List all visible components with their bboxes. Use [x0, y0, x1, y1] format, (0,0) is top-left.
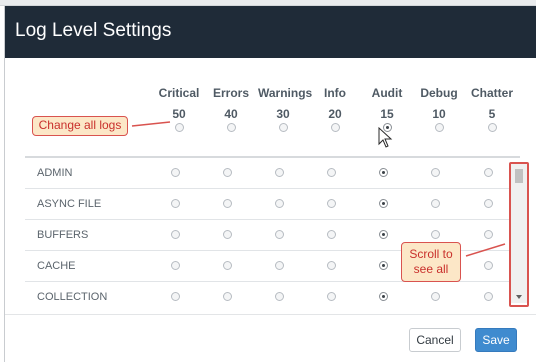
row-label: COLLECTION — [37, 291, 108, 303]
row-label: BUFFERS — [37, 229, 89, 241]
row-radio-warnings[interactable] — [275, 261, 284, 270]
column-value-errors: 40 — [224, 107, 238, 121]
row-radio-critical[interactable] — [171, 261, 180, 270]
all-logs-radio-info[interactable] — [331, 123, 340, 132]
row-radio-audit[interactable] — [379, 292, 388, 301]
row-radio-chatter[interactable] — [484, 168, 493, 177]
row-radio-info[interactable] — [327, 261, 336, 270]
callout-line: see all — [413, 262, 449, 276]
log-level-settings-modal: Log Level Settings Critical Errors Warni… — [4, 6, 536, 362]
log-row-admin: ADMIN — [25, 158, 520, 189]
column-header-warnings: Warnings — [258, 86, 313, 100]
row-radio-warnings[interactable] — [275, 230, 284, 239]
column-header-audit: Audit — [371, 86, 403, 100]
column-value-audit: 15 — [380, 107, 394, 121]
row-radio-warnings[interactable] — [275, 199, 284, 208]
row-radio-chatter[interactable] — [484, 230, 493, 239]
mouse-pointer-icon — [378, 127, 393, 148]
row-label: ADMIN — [37, 167, 73, 179]
row-radio-info[interactable] — [327, 230, 336, 239]
row-radio-debug[interactable] — [431, 292, 440, 301]
row-radio-debug[interactable] — [431, 199, 440, 208]
row-label: CACHE — [37, 260, 76, 272]
all-logs-radio-chatter[interactable] — [488, 123, 497, 132]
row-radio-audit[interactable] — [379, 230, 388, 239]
row-radio-info[interactable] — [327, 199, 336, 208]
log-row-async-file: ASYNC FILE — [25, 189, 520, 220]
column-header-debug: Debug — [420, 86, 458, 100]
column-value-chatter: 5 — [488, 107, 496, 121]
column-header-critical: Critical — [158, 86, 200, 100]
row-label: ASYNC FILE — [37, 198, 102, 210]
row-radio-critical[interactable] — [171, 199, 180, 208]
row-radio-warnings[interactable] — [275, 292, 284, 301]
row-radio-audit[interactable] — [379, 261, 388, 270]
row-radio-info[interactable] — [327, 292, 336, 301]
row-radio-audit[interactable] — [379, 199, 388, 208]
row-radio-errors[interactable] — [223, 199, 232, 208]
row-radio-critical[interactable] — [171, 292, 180, 301]
row-radio-debug[interactable] — [431, 168, 440, 177]
all-logs-radio-debug[interactable] — [435, 123, 444, 132]
callout-line: Scroll to — [409, 247, 453, 261]
save-button[interactable]: Save — [475, 328, 517, 352]
row-radio-errors[interactable] — [223, 168, 232, 177]
row-radio-critical[interactable] — [171, 230, 180, 239]
footer-divider — [5, 314, 536, 315]
cancel-button[interactable]: Cancel — [409, 328, 461, 352]
row-radio-errors[interactable] — [223, 230, 232, 239]
row-radio-debug[interactable] — [431, 230, 440, 239]
scroll-to-see-all-callout: Scroll to see all — [401, 242, 461, 282]
log-rows-list: ADMIN ASYNC FILE BUFFERS CACHE COLLECTIO… — [25, 156, 520, 310]
modal-header: Log Level Settings — [5, 6, 536, 58]
row-radio-chatter[interactable] — [484, 292, 493, 301]
row-radio-info[interactable] — [327, 168, 336, 177]
column-header-errors: Errors — [212, 86, 250, 100]
scrollbar-highlight-outline — [509, 162, 529, 307]
row-radio-warnings[interactable] — [275, 168, 284, 177]
all-logs-radio-critical[interactable] — [175, 123, 184, 132]
row-radio-chatter[interactable] — [484, 199, 493, 208]
log-row-collection: COLLECTION — [25, 282, 520, 310]
row-radio-critical[interactable] — [171, 168, 180, 177]
column-value-warnings: 30 — [276, 107, 290, 121]
column-value-debug: 10 — [432, 107, 446, 121]
row-radio-errors[interactable] — [223, 292, 232, 301]
column-value-info: 20 — [328, 107, 342, 121]
row-radio-chatter[interactable] — [484, 261, 493, 270]
column-header-info: Info — [324, 86, 346, 100]
column-value-critical: 50 — [172, 107, 186, 121]
change-all-logs-callout: Change all logs — [32, 116, 128, 136]
all-logs-radio-errors[interactable] — [227, 123, 236, 132]
all-logs-radio-warnings[interactable] — [279, 123, 288, 132]
modal-title: Log Level Settings — [15, 20, 172, 41]
column-header-chatter: Chatter — [470, 86, 513, 100]
row-radio-errors[interactable] — [223, 261, 232, 270]
row-radio-audit[interactable] — [379, 168, 388, 177]
